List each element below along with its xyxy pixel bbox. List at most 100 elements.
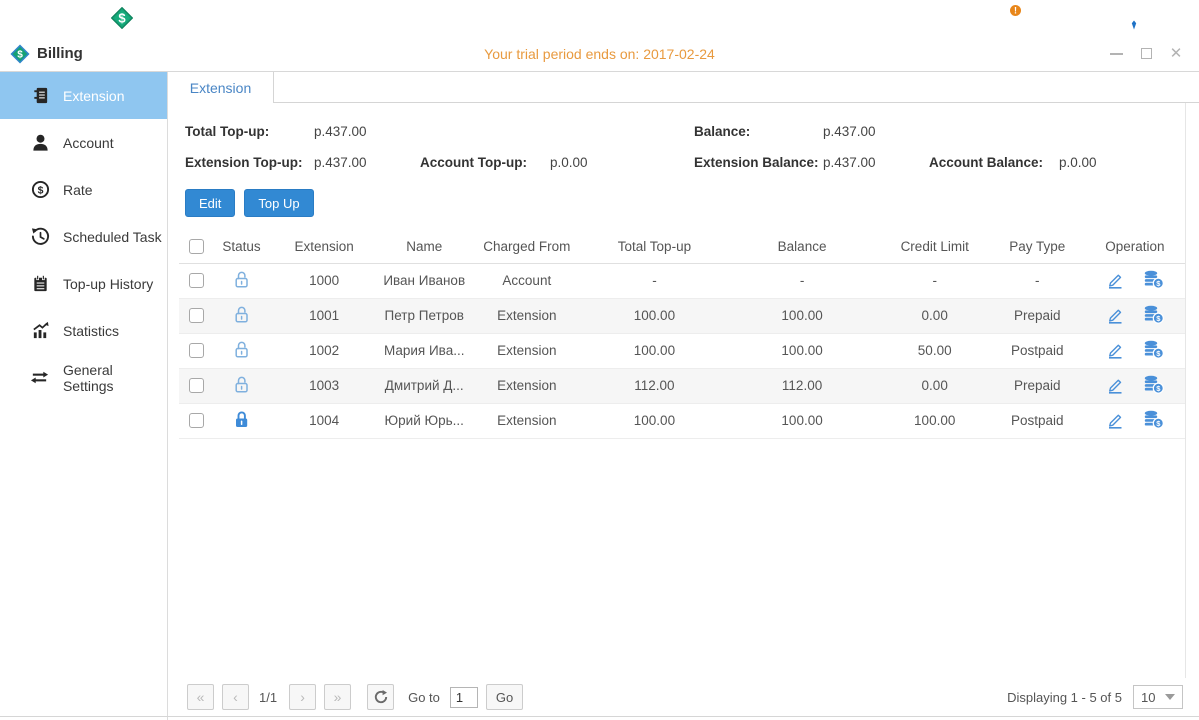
charged-from-cell: Extension	[469, 298, 584, 333]
charged-from-cell: Extension	[469, 368, 584, 403]
total-topup-cell: 100.00	[584, 298, 724, 333]
col-operation: Operation	[1085, 230, 1185, 263]
name-cell: Юрий Юрь...	[379, 403, 469, 438]
topup-icon[interactable]: $	[1143, 375, 1164, 397]
row-checkbox[interactable]	[189, 273, 204, 288]
minimize-button[interactable]	[1109, 47, 1123, 61]
row-checkbox[interactable]	[189, 378, 204, 393]
sidebar-item-extension[interactable]: Extension	[0, 72, 167, 119]
last-page-button[interactable]: »	[324, 684, 351, 710]
balance-cell: 112.00	[725, 368, 880, 403]
table-row[interactable]: 1002 Мария Ива... Extension 100.00 100.0…	[179, 333, 1185, 368]
taskbar-tab-billing[interactable]: $ Billing	[102, 2, 254, 34]
total-topup-cell: 100.00	[584, 403, 724, 438]
pagination-bar: « ‹ 1/1 › » Go to Go Displaying 1 - 5 of…	[168, 678, 1199, 716]
edit-icon[interactable]	[1106, 410, 1124, 432]
chevron-down-icon	[1165, 694, 1175, 700]
edit-icon[interactable]	[1106, 270, 1124, 292]
row-checkbox[interactable]	[189, 413, 204, 428]
stats-chart-icon	[30, 321, 50, 341]
sidebar-item-topup-history[interactable]: Top-up History	[0, 260, 167, 307]
tab-extension[interactable]: Extension	[168, 72, 274, 103]
sidebar-item-account[interactable]: Account	[0, 119, 167, 166]
sidebar-item-label: Extension	[63, 88, 124, 104]
table-row[interactable]: 1004 Юрий Юрь... Extension 100.00 100.00…	[179, 403, 1185, 438]
pay-type-cell: Postpaid	[990, 333, 1085, 368]
status-cell	[214, 368, 269, 403]
close-button[interactable]: ✕	[1169, 47, 1183, 61]
sidebar-item-scheduled-task[interactable]: Scheduled Task	[0, 213, 167, 260]
select-all-checkbox[interactable]	[189, 239, 204, 254]
row-checkbox[interactable]	[189, 308, 204, 323]
table-row[interactable]: 1003 Дмитрий Д... Extension 112.00 112.0…	[179, 368, 1185, 403]
balance-cell: 100.00	[725, 298, 880, 333]
dollar-circle-icon: $	[30, 180, 50, 200]
credit-limit-cell: 100.00	[880, 403, 990, 438]
refresh-button[interactable]	[367, 684, 394, 710]
extension-cell: 1004	[269, 403, 379, 438]
locked-icon	[233, 410, 250, 432]
operation-cell: $	[1085, 263, 1185, 298]
topup-icon[interactable]: $	[1143, 410, 1164, 432]
balance-value: p.437.00	[823, 124, 929, 139]
table-row[interactable]: 1001 Петр Петров Extension 100.00 100.00…	[179, 298, 1185, 333]
page-indicator: 1/1	[259, 690, 277, 705]
next-page-button[interactable]: ›	[289, 684, 316, 710]
extension-balance-value: p.437.00	[823, 155, 929, 170]
table-row[interactable]: 1000 Иван Иванов Account - - - - $	[179, 263, 1185, 298]
panel-edge	[1185, 103, 1186, 715]
sidebar-item-label: Top-up History	[63, 276, 153, 292]
extension-topup-value: p.437.00	[314, 155, 420, 170]
extension-balance-label: Extension Balance:	[694, 155, 823, 170]
name-cell: Иван Иванов	[379, 263, 469, 298]
sidebar-item-label: General Settings	[63, 362, 167, 394]
total-topup-cell: -	[584, 263, 724, 298]
apps-grid-icon[interactable]	[34, 6, 58, 30]
name-cell: Дмитрий Д...	[379, 368, 469, 403]
chart-icon[interactable]	[1058, 7, 1085, 29]
prev-page-button[interactable]: ‹	[222, 684, 249, 710]
goto-input[interactable]	[450, 687, 478, 708]
main-panel: Extension Total Top-up: p.437.00 Extensi…	[168, 72, 1199, 720]
extension-cell: 1003	[269, 368, 379, 403]
charged-from-cell: Account	[469, 263, 584, 298]
col-total-topup: Total Top-up	[584, 230, 724, 263]
goto-label: Go to	[408, 690, 440, 705]
edit-icon[interactable]	[1106, 375, 1124, 397]
unlocked-icon	[233, 375, 250, 397]
sidebar-item-rate[interactable]: $ Rate	[0, 166, 167, 213]
topbar: $ Billing !	[0, 0, 1199, 36]
unlocked-icon	[233, 340, 250, 362]
notification-badge: !	[1014, 6, 1017, 16]
sidebar-item-statistics[interactable]: Statistics	[0, 307, 167, 354]
credit-limit-cell: 50.00	[880, 333, 990, 368]
chat-icon[interactable]: !	[992, 5, 1022, 31]
balance-cell: 100.00	[725, 333, 880, 368]
edit-icon[interactable]	[1106, 305, 1124, 327]
user-icon[interactable]	[1121, 5, 1147, 31]
row-checkbox[interactable]	[189, 343, 204, 358]
name-cell: Мария Ива...	[379, 333, 469, 368]
sidebar-item-general-settings[interactable]: General Settings	[0, 354, 167, 401]
extension-table: Status Extension Name Charged From Total…	[179, 230, 1185, 439]
billing-diamond-icon: $	[111, 7, 133, 29]
extension-cell: 1000	[269, 263, 379, 298]
total-topup-cell: 100.00	[584, 333, 724, 368]
sidebar-item-label: Scheduled Task	[63, 229, 162, 245]
status-cell	[214, 403, 269, 438]
maximize-button[interactable]	[1139, 47, 1153, 61]
page-size-select[interactable]: 10	[1133, 685, 1183, 709]
topup-icon[interactable]: $	[1143, 305, 1164, 327]
tabbar: Extension	[168, 72, 1199, 103]
billing-diamond-icon: $	[10, 44, 30, 64]
total-topup-label: Total Top-up:	[185, 124, 314, 139]
credit-limit-cell: 0.00	[880, 298, 990, 333]
top-up-button[interactable]: Top Up	[244, 189, 313, 217]
edit-icon[interactable]	[1106, 340, 1124, 362]
go-button[interactable]: Go	[486, 684, 523, 710]
displaying-text: Displaying 1 - 5 of 5	[1007, 690, 1122, 705]
first-page-button[interactable]: «	[187, 684, 214, 710]
topup-icon[interactable]: $	[1143, 270, 1164, 292]
topup-icon[interactable]: $	[1143, 340, 1164, 362]
edit-button[interactable]: Edit	[185, 189, 235, 217]
